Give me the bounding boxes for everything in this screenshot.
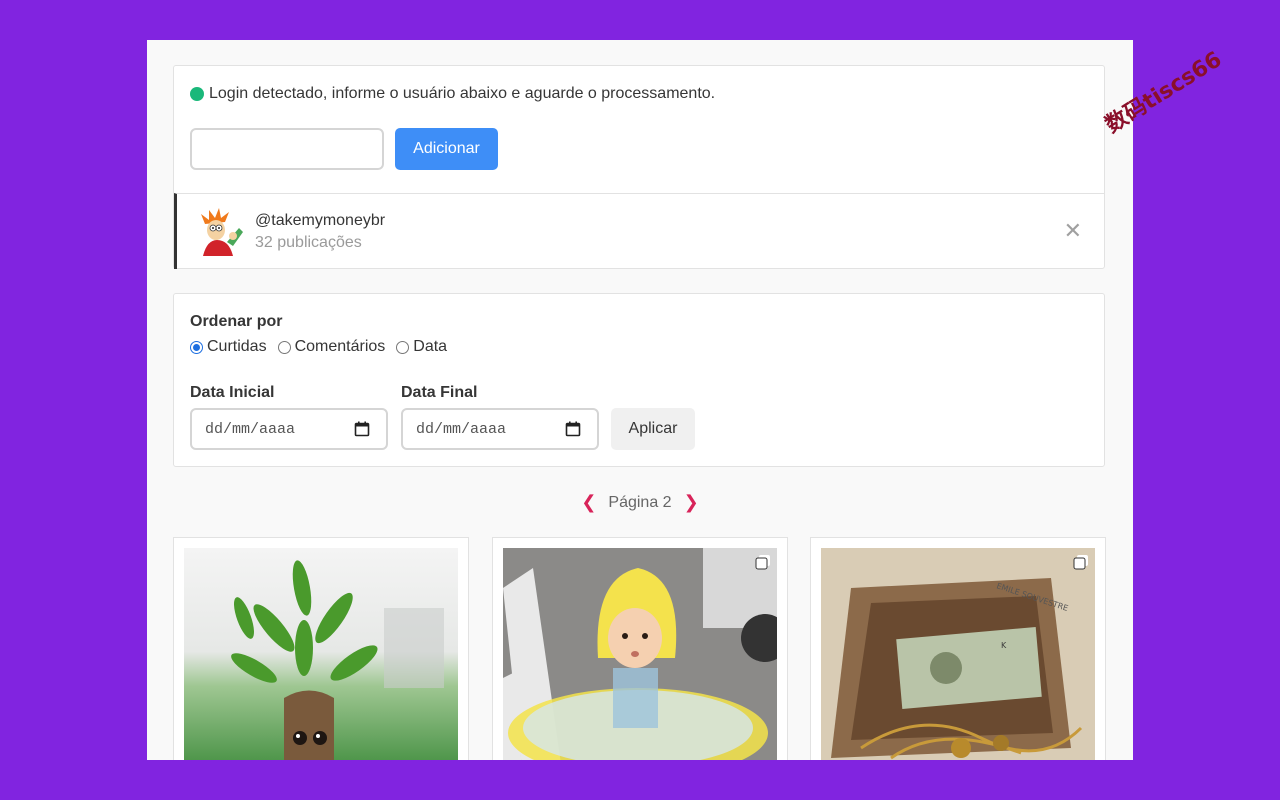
filter-card: Ordenar por Curtidas Comentários Data Da… (173, 293, 1105, 467)
order-by-label: Ordenar por (190, 313, 282, 331)
radio-button[interactable] (278, 341, 291, 354)
order-option-label: Data (413, 338, 447, 356)
order-option-label: Comentários (295, 338, 386, 356)
order-radio-group: Curtidas Comentários Data (190, 338, 458, 356)
start-date-placeholder: dd/mm/aaaa (205, 421, 295, 438)
post-card[interactable]: K EMILE SOUVESTRE (810, 537, 1106, 760)
radio-button[interactable] (396, 341, 409, 354)
post-image-money-box[interactable]: K EMILE SOUVESTRE (821, 548, 1095, 760)
order-option-curtidas[interactable]: Curtidas (190, 338, 267, 356)
post-card[interactable] (173, 537, 469, 760)
order-option-label: Curtidas (207, 338, 267, 356)
chevron-left-icon[interactable]: ❮ (581, 492, 596, 513)
radio-button-checked[interactable] (190, 341, 203, 354)
calendar-icon[interactable] (354, 421, 370, 437)
svg-text:K: K (1001, 641, 1007, 650)
chevron-right-icon[interactable]: ❯ (684, 492, 699, 513)
end-date-placeholder: dd/mm/aaaa (416, 421, 506, 438)
account-handle: @takemymoneybr (255, 212, 385, 230)
main-panel: Login detectado, informe o usuário abaix… (147, 40, 1133, 760)
calendar-icon[interactable] (565, 421, 581, 437)
login-status: Login detectado, informe o usuário abaix… (190, 85, 715, 103)
post-image-plant[interactable] (184, 548, 458, 760)
multiple-photos-icon (755, 554, 771, 570)
account-row: @takemymoneybr 32 publicações ✕ (174, 193, 1104, 269)
post-card[interactable] (492, 537, 788, 760)
apply-button[interactable]: Aplicar (611, 408, 695, 450)
start-date-label: Data Inicial (190, 384, 274, 402)
account-posts-count: 32 publicações (255, 234, 362, 252)
end-date-input[interactable]: dd/mm/aaaa (401, 408, 599, 450)
order-option-data[interactable]: Data (396, 338, 447, 356)
start-date-input[interactable]: dd/mm/aaaa (190, 408, 388, 450)
login-card: Login detectado, informe o usuário abaix… (173, 65, 1105, 269)
status-dot-icon (190, 87, 204, 101)
post-image-child-raincoat[interactable] (503, 548, 777, 760)
add-button[interactable]: Adicionar (395, 128, 498, 170)
avatar (195, 206, 245, 256)
username-input[interactable] (190, 128, 384, 170)
multiple-photos-icon (1073, 554, 1089, 570)
end-date-label: Data Final (401, 384, 477, 402)
page-label: Página 2 (608, 494, 671, 512)
remove-account-close-icon[interactable]: ✕ (1064, 220, 1082, 242)
login-status-text: Login detectado, informe o usuário abaix… (209, 85, 715, 103)
order-option-comentarios[interactable]: Comentários (278, 338, 386, 356)
pagination: ❮ Página 2 ❯ (147, 492, 1133, 513)
